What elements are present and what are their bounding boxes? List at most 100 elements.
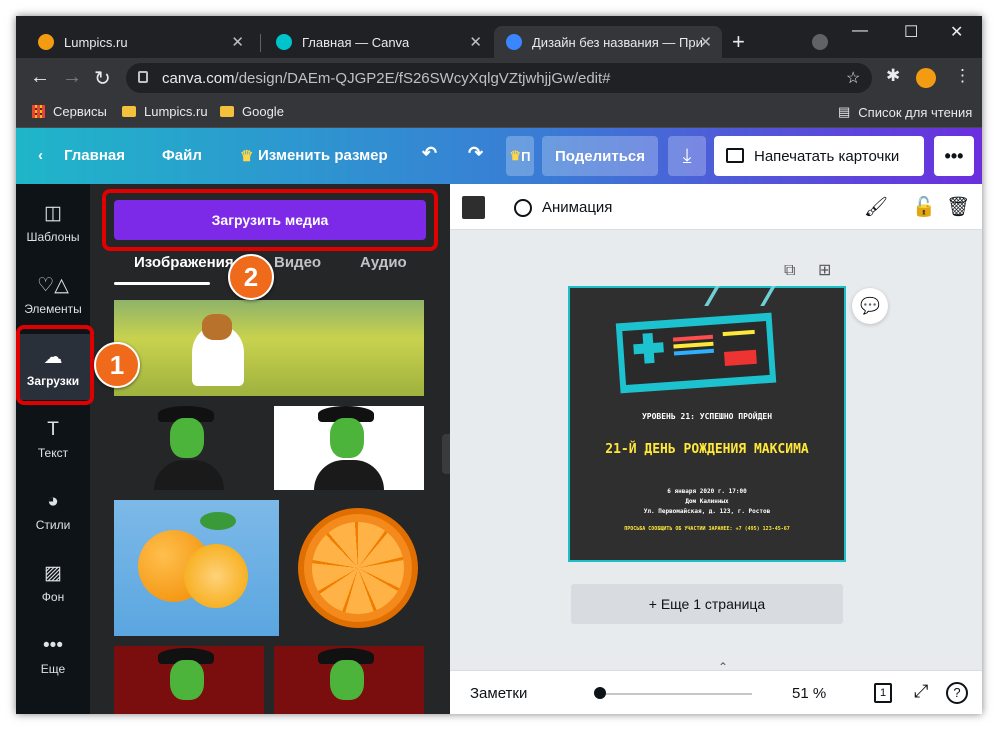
upload-image-dog[interactable] — [114, 300, 424, 396]
address-toolbar: ← → ↻ canva.com/design/DAEm-QJGP2E/fS26S… — [16, 58, 982, 98]
rail-styles[interactable]: ◕ Стили — [16, 478, 90, 544]
undo-icon[interactable]: ↶ — [422, 143, 437, 164]
highlight-uploads — [16, 325, 94, 405]
rail-more[interactable]: ••• Еще — [16, 622, 90, 688]
tab-video[interactable]: Видео — [274, 254, 321, 271]
download-icon[interactable]: ⤓ — [668, 136, 706, 176]
color-swatch[interactable] — [462, 196, 485, 219]
add-page-icon[interactable]: ⊞ — [818, 260, 831, 280]
address-bar[interactable]: canva.com/design/DAEm-QJGP2E/fS26SWcyXql… — [126, 63, 872, 93]
rail-elements[interactable]: ♡△ Элементы — [16, 262, 90, 328]
card-rsvp: ПРОСЬБА СООБЩИТЬ ОБ УЧАСТИИ ЗАРАНЕЕ: +7 … — [624, 526, 790, 532]
lock-icon[interactable]: 🔓 — [912, 195, 936, 219]
tab-title: Главная — Canva — [302, 34, 410, 50]
extensions-icon[interactable]: ✱ — [886, 66, 900, 86]
trash-icon[interactable]: 🗑 — [946, 195, 970, 219]
redo-icon[interactable]: ↷ — [468, 143, 483, 164]
home-link[interactable]: Главная — [64, 147, 125, 164]
bookmarks-bar: Сервисы Lumpics.ru Google ▤ Список для чт… — [16, 98, 982, 128]
upload-image-mask-2[interactable] — [274, 406, 424, 490]
back-chevron-icon[interactable]: ‹ — [38, 147, 43, 164]
rail-text[interactable]: T Текст — [16, 406, 90, 472]
page-count-icon[interactable]: 1 — [874, 683, 892, 703]
more-options-button[interactable]: ••• — [934, 136, 974, 176]
tab-search-icon[interactable] — [812, 34, 828, 50]
resize-button[interactable]: Изменить размер — [258, 147, 388, 164]
canva-favicon-icon — [276, 34, 292, 50]
close-tab-icon[interactable]: ✕ — [699, 33, 712, 51]
envelope-icon — [726, 148, 744, 163]
chrome-menu-icon[interactable]: ⋮ — [954, 66, 971, 86]
tab-audio[interactable]: Аудио — [360, 254, 407, 271]
zoom-slider-knob[interactable] — [594, 687, 606, 699]
rail-label: Еще — [40, 661, 66, 676]
vertical-scrollbar[interactable] — [966, 234, 976, 654]
buttons-red — [724, 349, 757, 367]
stripe-red — [672, 334, 714, 342]
tab-canva-design[interactable]: Дизайн без названия — Пригл ✕ — [494, 26, 722, 58]
dpad-v — [642, 332, 655, 364]
tab-images[interactable]: Изображения — [134, 254, 234, 271]
profile-avatar[interactable] — [916, 68, 936, 88]
rail-label: Текст — [37, 445, 69, 460]
bookmark-star-icon[interactable]: ☆ — [846, 68, 860, 88]
fullscreen-icon[interactable]: ⤢ — [914, 681, 928, 702]
highlight-upload-button — [102, 189, 438, 251]
green-face — [330, 660, 364, 700]
file-menu[interactable]: Файл — [162, 147, 202, 164]
stripe-blue — [673, 348, 715, 356]
bookmark-google[interactable]: Google — [220, 104, 284, 119]
rail-templates[interactable]: ◫ Шаблоны — [16, 190, 90, 256]
bookmark-services[interactable]: Сервисы — [32, 104, 107, 119]
green-face — [330, 418, 364, 458]
print-cards-button[interactable]: Напечатать карточки — [714, 136, 924, 176]
minimize-icon[interactable]: — — [852, 22, 868, 40]
upload-image-mask-1[interactable] — [114, 406, 264, 490]
upload-image-mask-3[interactable] — [114, 646, 264, 714]
paint-format-icon[interactable]: 🖌 — [864, 195, 888, 219]
notes-button[interactable]: Заметки — [470, 685, 527, 702]
comment-icon[interactable]: 💬 — [852, 288, 888, 324]
folder-icon — [122, 106, 136, 117]
pro-button[interactable]: ♛ П — [506, 136, 534, 176]
buttons-yellow — [722, 329, 755, 337]
close-tab-icon[interactable]: ✕ — [469, 33, 482, 51]
reading-list-label: Список для чтения — [858, 104, 973, 120]
rail-label: Шаблоны — [26, 230, 80, 244]
tab-lumpics[interactable]: Lumpics.ru ✕ — [26, 26, 254, 58]
card-title: 21-Й ДЕНЬ РОЖДЕНИЯ МАКСИМА — [605, 442, 809, 457]
close-tab-icon[interactable]: ✕ — [231, 33, 244, 51]
back-icon[interactable]: ← — [30, 66, 50, 89]
upload-image-orange-photo[interactable] — [114, 500, 279, 636]
elements-icon: ♡△ — [37, 275, 69, 296]
forward-icon[interactable]: → — [62, 66, 82, 89]
animation-button[interactable]: Анимация — [514, 199, 612, 217]
editor-footer: Заметки 51 % 1 ⤢ ? — [450, 670, 982, 714]
add-page-button[interactable]: + Еще 1 страница — [571, 584, 843, 624]
crown-icon: ♛ — [240, 148, 254, 165]
share-button[interactable]: Поделиться — [542, 136, 658, 176]
url-path: /design/DAEm-QJGP2E/fS26SWcyXqlgVZtjwhjj… — [234, 69, 611, 87]
tab-canva-home[interactable]: Главная — Canva ✕ — [264, 26, 492, 58]
canva-favicon-icon — [506, 34, 522, 50]
suit-shape — [314, 460, 384, 490]
zoom-slider[interactable] — [600, 693, 752, 695]
new-tab-icon[interactable]: + — [732, 29, 745, 55]
card-date: 6 января 2020 г. 17:00 — [667, 488, 747, 495]
collapse-panel-handle[interactable] — [442, 434, 450, 474]
upload-image-mask-4[interactable] — [274, 646, 424, 714]
zoom-level[interactable]: 51 % — [792, 685, 826, 702]
apps-grid-icon — [32, 105, 45, 118]
maximize-icon[interactable]: ☐ — [904, 22, 918, 42]
duplicate-page-icon[interactable]: ⧉ — [784, 262, 795, 280]
bookmark-lumpics[interactable]: Lumpics.ru — [122, 104, 208, 119]
upload-image-orange-slice[interactable] — [294, 504, 422, 632]
design-card[interactable]: УРОВЕНЬ 21: УСПЕШНО ПРОЙДЕН 21-Й ДЕНЬ РО… — [568, 286, 846, 562]
rail-background[interactable]: ▨ Фон — [16, 550, 90, 616]
reload-icon[interactable]: ↻ — [94, 66, 111, 91]
help-icon[interactable]: ? — [946, 682, 968, 704]
leaf — [200, 512, 236, 530]
animation-icon — [514, 199, 532, 217]
close-window-icon[interactable]: ✕ — [950, 22, 963, 42]
reading-list[interactable]: ▤ Список для чтения — [838, 104, 972, 120]
